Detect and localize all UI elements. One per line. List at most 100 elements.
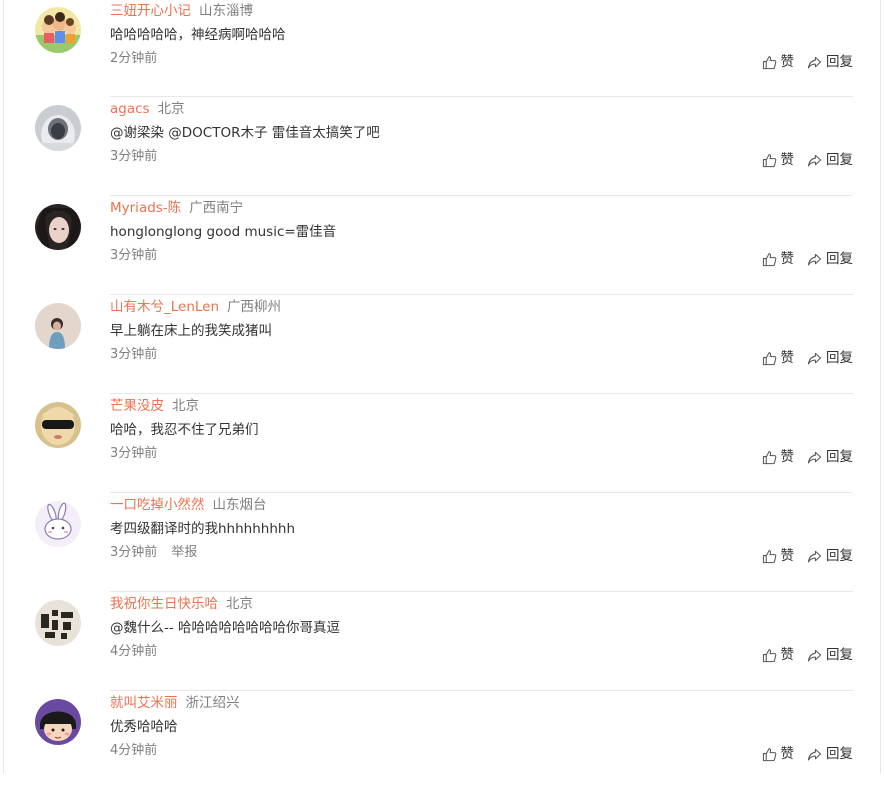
reply-button[interactable]: 回复 xyxy=(807,745,853,763)
comment-meta: 3分钟前 举报 xyxy=(110,544,197,562)
comment-meta: 4分钟前 xyxy=(110,643,157,661)
reply-button[interactable]: 回复 xyxy=(807,53,853,71)
name-line: 一口吃掉小然然 山东烟台 xyxy=(110,496,267,514)
reply-button[interactable]: 回复 xyxy=(807,151,853,169)
thumbs-up-icon xyxy=(762,549,776,563)
name-line: 芒果没皮 北京 xyxy=(110,397,199,415)
reply-button[interactable]: 回复 xyxy=(807,646,853,664)
like-button[interactable]: 赞 xyxy=(762,547,795,565)
comment-meta: 3分钟前 xyxy=(110,247,157,265)
timestamp: 3分钟前 xyxy=(110,149,158,164)
share-arrow-icon xyxy=(807,451,822,463)
timestamp: 3分钟前 xyxy=(110,446,158,461)
timestamp: 3分钟前 xyxy=(110,347,158,362)
reply-button[interactable]: 回复 xyxy=(807,349,853,367)
username-link[interactable]: agacs xyxy=(110,101,150,117)
bunny-avatar[interactable] xyxy=(35,501,81,547)
username-link[interactable]: Myriads-陈 xyxy=(110,200,181,216)
username-link[interactable]: 就叫艾米丽 xyxy=(110,695,178,711)
report-link[interactable]: 举报 xyxy=(171,545,197,560)
like-button[interactable]: 赞 xyxy=(762,250,795,268)
comment-actions: 赞 回复 xyxy=(762,250,853,268)
reply-label: 回复 xyxy=(826,152,853,168)
share-arrow-icon xyxy=(807,649,822,661)
thumbs-up-icon xyxy=(762,55,776,69)
reply-button[interactable]: 回复 xyxy=(807,250,853,268)
location-label: 广西柳州 xyxy=(227,299,282,315)
thumbs-up-icon xyxy=(762,153,776,167)
thumbs-up-icon xyxy=(762,450,776,464)
hooded-avatar[interactable] xyxy=(35,105,81,151)
comment-actions: 赞 回复 xyxy=(762,53,853,71)
share-arrow-icon xyxy=(807,748,822,760)
comment-text: 考四级翻译时的我hhhhhhhhh xyxy=(110,521,296,537)
share-arrow-icon xyxy=(807,253,822,265)
like-label: 赞 xyxy=(780,54,795,70)
like-label: 赞 xyxy=(780,251,795,267)
comment-actions: 赞 回复 xyxy=(762,349,853,367)
comment-text: 哈哈哈哈哈，神经病啊哈哈哈 xyxy=(110,27,286,43)
maruko-avatar[interactable] xyxy=(35,699,81,745)
like-button[interactable]: 赞 xyxy=(762,53,795,71)
pattern-avatar[interactable] xyxy=(35,600,81,646)
timestamp: 3分钟前 xyxy=(110,545,158,560)
comment-actions: 赞 回复 xyxy=(762,745,853,763)
username-link[interactable]: 山有木兮_LenLen xyxy=(110,299,219,315)
timestamp: 4分钟前 xyxy=(110,743,158,758)
like-label: 赞 xyxy=(780,152,795,168)
comment-item: 一口吃掉小然然 山东烟台 考四级翻译时的我hhhhhhhhh 3分钟前 举报 赞 回… xyxy=(0,493,884,592)
timestamp: 2分钟前 xyxy=(110,51,158,66)
name-line: 就叫艾米丽 浙江绍兴 xyxy=(110,694,240,712)
username-link[interactable]: 我祝你生日快乐哈 xyxy=(110,596,218,612)
like-button[interactable]: 赞 xyxy=(762,349,794,367)
like-button[interactable]: 赞 xyxy=(762,646,795,664)
cartoon-avatar[interactable] xyxy=(35,7,81,53)
reply-label: 回复 xyxy=(826,746,853,762)
comment-item: 就叫艾米丽 浙江绍兴 优秀哈哈哈 4分钟前 赞 回复 xyxy=(0,691,884,790)
location-label: 北京 xyxy=(226,596,253,612)
thumbs-up-icon xyxy=(762,351,776,365)
comment-text: 哈哈，我忍不住了兄弟们 xyxy=(110,422,259,438)
reply-label: 回复 xyxy=(826,548,853,564)
comment-item: 芒果没皮 北京 哈哈，我忍不住了兄弟们 3分钟前 赞 回复 xyxy=(0,394,884,493)
like-button[interactable]: 赞 xyxy=(762,448,794,466)
like-button[interactable]: 赞 xyxy=(762,745,794,763)
like-label: 赞 xyxy=(780,647,795,663)
name-line: 三妞开心小记 山东淄博 xyxy=(110,2,253,20)
username-link[interactable]: 三妞开心小记 xyxy=(110,3,191,19)
comment-text: 早上躺在床上的我笑成猪叫 xyxy=(110,323,272,339)
reply-button[interactable]: 回复 xyxy=(807,448,853,466)
comment-list: 三妞开心小记 山东淄博 哈哈哈哈哈，神经病啊哈哈哈 2分钟前 赞 回复 agac… xyxy=(0,0,884,790)
name-line: 山有木兮_LenLen 广西柳州 xyxy=(110,298,281,316)
location-label: 山东烟台 xyxy=(212,497,267,513)
comment-text: @谢梁染 @DOCTOR木子 雷佳音太搞笑了吧 xyxy=(110,125,380,141)
like-button[interactable]: 赞 xyxy=(762,151,795,169)
comment-actions: 赞 回复 xyxy=(762,151,853,169)
comment-actions: 赞 回复 xyxy=(762,646,853,664)
location-label: 北京 xyxy=(157,101,185,117)
location-label: 浙江绍兴 xyxy=(185,695,240,711)
reply-label: 回复 xyxy=(826,54,853,70)
comment-text: @魏什么-- 哈哈哈哈哈哈哈哈你哥真逗 xyxy=(110,620,341,636)
username-link[interactable]: 芒果没皮 xyxy=(110,398,164,414)
name-line: agacs 北京 xyxy=(110,100,185,118)
location-label: 山东淄博 xyxy=(199,3,253,19)
like-label: 赞 xyxy=(780,548,795,564)
comment-item: agacs 北京 @谢梁染 @DOCTOR木子 雷佳音太搞笑了吧 3分钟前 赞 回… xyxy=(0,97,884,196)
username-link[interactable]: 一口吃掉小然然 xyxy=(110,497,205,513)
reply-button[interactable]: 回复 xyxy=(807,547,853,565)
timestamp: 3分钟前 xyxy=(110,248,158,263)
share-arrow-icon xyxy=(807,550,822,562)
thumbs-up-icon xyxy=(762,648,776,662)
name-line: Myriads-陈 广西南宁 xyxy=(110,199,243,217)
comment-meta: 3分钟前 xyxy=(110,148,157,166)
portrait-avatar[interactable] xyxy=(35,204,81,250)
share-arrow-icon xyxy=(807,352,822,364)
reply-label: 回复 xyxy=(826,449,853,465)
comment-actions: 赞 回复 xyxy=(762,547,853,565)
comment-actions: 赞 回复 xyxy=(762,448,853,466)
sunglasses-avatar[interactable] xyxy=(35,402,81,448)
figure-avatar[interactable] xyxy=(35,303,81,349)
comment-item: 三妞开心小记 山东淄博 哈哈哈哈哈，神经病啊哈哈哈 2分钟前 赞 回复 xyxy=(0,0,884,97)
comment-text: 优秀哈哈哈 xyxy=(110,719,178,735)
